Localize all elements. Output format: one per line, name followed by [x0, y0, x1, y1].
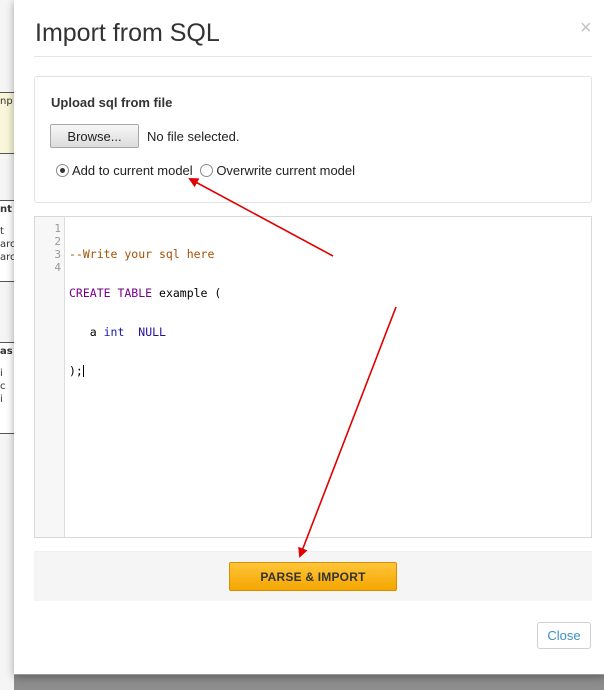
code-text: example ( — [152, 286, 222, 300]
line-number: 3 — [54, 248, 61, 261]
background-text: c — [0, 381, 6, 392]
close-button[interactable]: Close — [537, 622, 591, 649]
line-number-gutter: 1 2 3 4 — [35, 217, 65, 537]
line-number: 4 — [54, 261, 61, 274]
upload-label: Upload sql from file — [51, 95, 173, 110]
background-text: arc — [0, 252, 14, 263]
code-line: --Write your sql here — [69, 248, 221, 261]
background-text: i — [0, 394, 3, 405]
browse-button[interactable]: Browse... — [50, 124, 139, 148]
code-keyword: NULL — [138, 325, 166, 339]
upload-panel: Upload sql from file Browse... No file s… — [34, 76, 592, 203]
sql-editor[interactable]: 1 2 3 4 --Write your sql here CREATE TAB… — [34, 216, 592, 538]
background-text: np — [0, 96, 13, 107]
import-mode-options: Add to current model Overwrite current m… — [56, 163, 359, 178]
text-cursor — [82, 365, 84, 377]
background-text: arc — [0, 239, 14, 250]
background-text: nt — [0, 204, 12, 215]
add-to-current-model-radio[interactable] — [56, 164, 69, 177]
dialog-header: Import from SQL × — [34, 0, 592, 57]
code-line: ); — [69, 365, 221, 378]
parse-import-button[interactable]: PARSE & IMPORT — [229, 562, 397, 591]
overwrite-current-model-radio[interactable] — [200, 164, 214, 177]
overwrite-current-model-option[interactable]: Overwrite current model — [200, 163, 355, 178]
code-line: a int NULL — [69, 326, 221, 339]
line-number: 1 — [54, 222, 61, 235]
close-icon[interactable]: × — [580, 18, 592, 38]
line-number: 2 — [54, 235, 61, 248]
add-to-current-model-option[interactable]: Add to current model — [56, 163, 193, 178]
radio-label: Overwrite current model — [216, 163, 356, 178]
background-app: np nt t arc arc as i c i — [0, 0, 14, 690]
code-area[interactable]: --Write your sql here CREATE TABLE examp… — [69, 222, 221, 404]
background-text: i — [0, 368, 3, 379]
dialog-title: Import from SQL — [35, 19, 220, 47]
code-type: int — [103, 325, 125, 339]
file-status: No file selected. — [147, 129, 240, 144]
code-keyword: CREATE TABLE — [69, 286, 153, 300]
action-bar: PARSE & IMPORT — [34, 551, 592, 601]
background-text: t — [0, 226, 4, 237]
background-text: as — [0, 346, 13, 357]
code-line: CREATE TABLE example ( — [69, 287, 221, 300]
import-sql-dialog: Import from SQL × Upload sql from file B… — [14, 0, 604, 675]
code-text: ); — [69, 364, 83, 378]
code-text: a — [69, 325, 104, 339]
radio-label: Add to current model — [72, 163, 193, 178]
code-comment: --Write your sql here — [69, 247, 215, 261]
